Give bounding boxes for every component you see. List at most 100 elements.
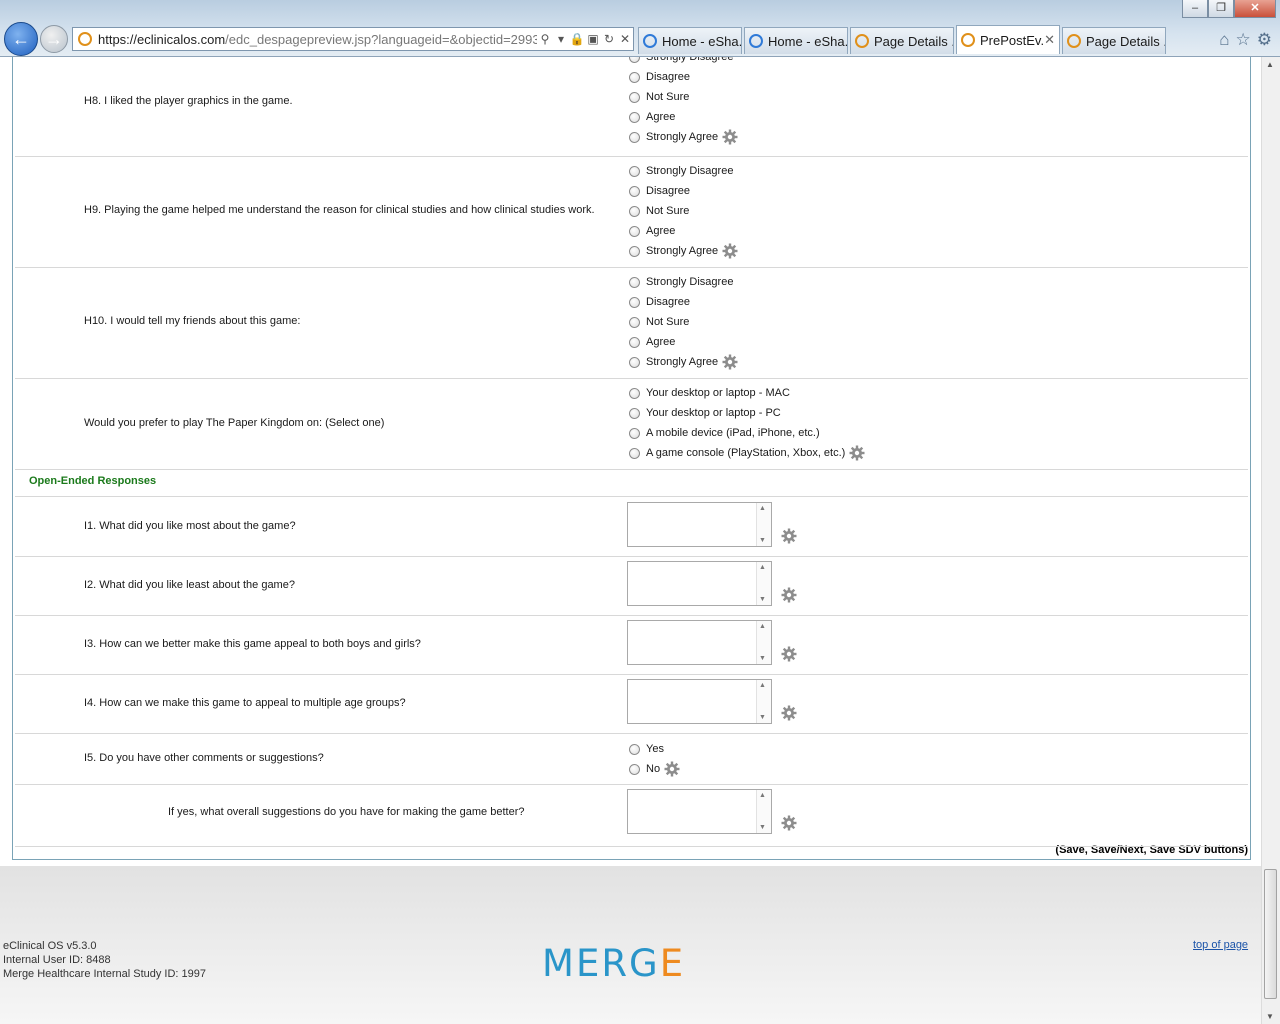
- radio-button[interactable]: [629, 356, 640, 368]
- textarea-scrollbar[interactable]: ▲ ▼: [756, 621, 771, 664]
- textarea-scrollbar[interactable]: ▲ ▼: [756, 562, 771, 605]
- scroll-up-icon[interactable]: ▲: [759, 564, 766, 571]
- close-window-button[interactable]: ✕: [1234, 0, 1276, 18]
- radio-option[interactable]: Not Sure: [629, 87, 738, 107]
- radio-option[interactable]: Your desktop or laptop - MAC: [629, 383, 865, 403]
- radio-button[interactable]: [629, 276, 640, 288]
- radio-option[interactable]: Strongly Disagree: [629, 57, 738, 67]
- radio-button[interactable]: [629, 447, 640, 459]
- compatibility-icon[interactable]: ▣: [585, 32, 601, 46]
- scroll-thumb[interactable]: [1264, 869, 1277, 999]
- browser-tab-5[interactable]: Page Details ...: [1062, 27, 1166, 54]
- radio-button[interactable]: [629, 165, 640, 177]
- radio-button[interactable]: [629, 316, 640, 328]
- scroll-up-icon[interactable]: ▲: [1266, 60, 1274, 69]
- vertical-scrollbar[interactable]: ▲ ▼: [1261, 57, 1280, 1024]
- textarea-scrollbar[interactable]: ▲ ▼: [756, 790, 771, 833]
- radio-option[interactable]: Strongly Agree: [629, 127, 738, 147]
- radio-button[interactable]: [629, 763, 640, 775]
- radio-button[interactable]: [629, 296, 640, 308]
- scroll-down-icon[interactable]: ▼: [1266, 1012, 1274, 1021]
- browser-tab-2[interactable]: Home - eSha...: [744, 27, 848, 54]
- scroll-down-icon[interactable]: ▼: [759, 537, 766, 544]
- radio-option[interactable]: A mobile device (iPad, iPhone, etc.): [629, 423, 865, 443]
- back-button[interactable]: ←: [4, 22, 38, 56]
- radio-button[interactable]: [629, 131, 640, 143]
- radio-option[interactable]: Strongly Agree: [629, 241, 738, 261]
- response-textarea[interactable]: ▲ ▼: [627, 620, 772, 665]
- radio-button[interactable]: [629, 387, 640, 399]
- favorites-star-icon[interactable]: ☆: [1236, 30, 1251, 50]
- home-icon[interactable]: ⌂: [1219, 30, 1229, 50]
- radio-button[interactable]: [629, 336, 640, 348]
- scroll-up-icon[interactable]: ▲: [759, 682, 766, 689]
- gear-icon[interactable]: [781, 815, 797, 831]
- gear-icon[interactable]: [722, 354, 738, 370]
- radio-option[interactable]: Agree: [629, 107, 738, 127]
- radio-button[interactable]: [629, 245, 640, 257]
- response-textarea[interactable]: ▲ ▼: [627, 561, 772, 606]
- radio-option[interactable]: Strongly Disagree: [629, 272, 738, 292]
- browser-tab-1[interactable]: Home - eSha...: [638, 27, 742, 54]
- gear-icon[interactable]: [781, 528, 797, 544]
- radio-button[interactable]: [629, 91, 640, 103]
- radio-option[interactable]: Disagree: [629, 67, 738, 87]
- dropdown-icon[interactable]: ▾: [553, 32, 569, 46]
- scroll-up-icon[interactable]: ▲: [759, 623, 766, 630]
- radio-option[interactable]: Not Sure: [629, 201, 738, 221]
- response-textarea[interactable]: ▲ ▼: [627, 502, 772, 547]
- address-bar[interactable]: https://eclinicalos.com/edc_despageprevi…: [72, 27, 634, 51]
- forward-button[interactable]: →: [40, 25, 68, 53]
- radio-button[interactable]: [629, 407, 640, 419]
- radio-button[interactable]: [629, 743, 640, 755]
- tools-gear-icon[interactable]: ⚙: [1257, 30, 1272, 50]
- response-textarea[interactable]: ▲ ▼: [627, 789, 772, 834]
- radio-button[interactable]: [629, 225, 640, 237]
- response-textarea[interactable]: ▲ ▼: [627, 679, 772, 724]
- scroll-up-icon[interactable]: ▲: [759, 505, 766, 512]
- radio-button[interactable]: [629, 57, 640, 63]
- radio-option[interactable]: Not Sure: [629, 312, 738, 332]
- scroll-down-icon[interactable]: ▼: [759, 714, 766, 721]
- maximize-button[interactable]: ❐: [1208, 0, 1234, 18]
- scroll-down-icon[interactable]: ▼: [759, 596, 766, 603]
- url-text[interactable]: https://eclinicalos.com/edc_despageprevi…: [98, 32, 537, 47]
- radio-button[interactable]: [629, 205, 640, 217]
- radio-option[interactable]: Your desktop or laptop - PC: [629, 403, 865, 423]
- scroll-down-icon[interactable]: ▼: [759, 824, 766, 831]
- gear-icon[interactable]: [781, 646, 797, 662]
- radio-option[interactable]: Disagree: [629, 181, 738, 201]
- top-of-page-link[interactable]: top of page: [1193, 939, 1248, 951]
- radio-option[interactable]: Strongly Agree: [629, 352, 738, 372]
- radio-button[interactable]: [629, 427, 640, 439]
- gear-icon[interactable]: [722, 243, 738, 259]
- gear-icon[interactable]: [781, 587, 797, 603]
- radio-option[interactable]: Agree: [629, 332, 738, 352]
- radio-option[interactable]: Yes: [629, 739, 680, 759]
- gear-icon[interactable]: [781, 705, 797, 721]
- radio-button[interactable]: [629, 185, 640, 197]
- radio-button[interactable]: [629, 71, 640, 83]
- scroll-up-icon[interactable]: ▲: [759, 792, 766, 799]
- browser-tab-3[interactable]: Page Details ...: [850, 27, 954, 54]
- radio-option[interactable]: No: [629, 759, 680, 779]
- minimize-button[interactable]: –: [1182, 0, 1208, 18]
- radio-option[interactable]: Strongly Disagree: [629, 161, 738, 181]
- radio-option[interactable]: A game console (PlayStation, Xbox, etc.): [629, 443, 865, 463]
- radio-option[interactable]: Disagree: [629, 292, 738, 312]
- gear-icon[interactable]: [664, 761, 680, 777]
- section-title: Open-Ended Responses: [29, 475, 157, 487]
- scroll-down-icon[interactable]: ▼: [759, 655, 766, 662]
- stop-icon[interactable]: ✕: [617, 32, 633, 46]
- close-tab-icon[interactable]: ✕: [1044, 32, 1055, 48]
- refresh-icon[interactable]: ↻: [601, 32, 617, 46]
- browser-tab-4[interactable]: PrePostEv...✕: [956, 25, 1060, 54]
- textarea-scrollbar[interactable]: ▲ ▼: [756, 680, 771, 723]
- search-icon[interactable]: ⚲: [537, 32, 553, 46]
- lock-icon[interactable]: 🔒: [569, 32, 585, 46]
- textarea-scrollbar[interactable]: ▲ ▼: [756, 503, 771, 546]
- gear-icon[interactable]: [849, 445, 865, 461]
- gear-icon[interactable]: [722, 129, 738, 145]
- radio-option[interactable]: Agree: [629, 221, 738, 241]
- radio-button[interactable]: [629, 111, 640, 123]
